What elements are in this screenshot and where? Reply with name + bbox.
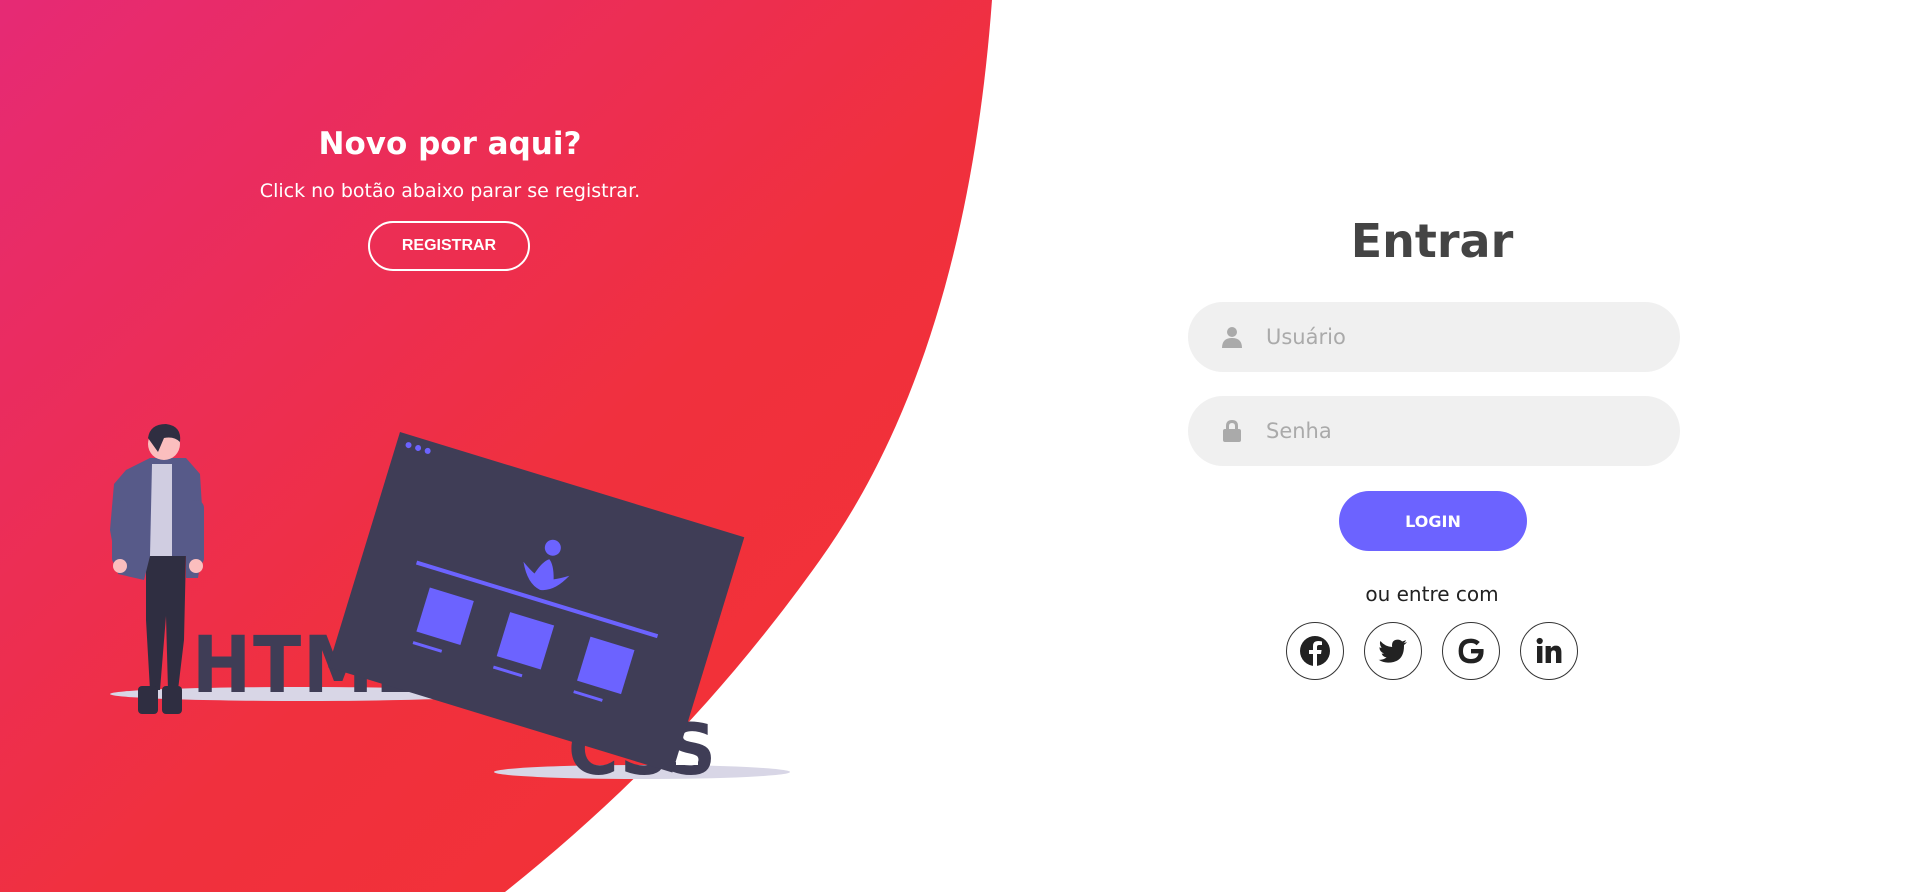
css-detail-white xyxy=(676,760,698,765)
login-page: Novo por aqui? Click no botão abaixo par… xyxy=(0,0,1908,892)
browser-window-graphic xyxy=(328,432,745,773)
facebook-icon xyxy=(1300,636,1330,666)
google-button[interactable] xyxy=(1442,622,1500,680)
username-field[interactable] xyxy=(1188,302,1680,372)
left-panel: Novo por aqui? Click no botão abaixo par… xyxy=(0,0,900,892)
login-title: Entrar xyxy=(1350,214,1514,268)
twitter-icon xyxy=(1378,639,1407,663)
social-media-row xyxy=(1286,622,1582,684)
linkedin-button[interactable] xyxy=(1520,622,1578,680)
web-dev-illustration: HTML CSS xyxy=(110,424,790,791)
user-icon xyxy=(1222,327,1242,348)
social-login-text: ou entre com xyxy=(1365,582,1499,606)
password-input[interactable] xyxy=(1266,396,1656,466)
person-figure xyxy=(110,424,204,714)
lock-icon xyxy=(1223,420,1241,442)
login-button[interactable]: LOGIN xyxy=(1339,491,1527,551)
username-input[interactable] xyxy=(1266,302,1656,372)
facebook-button[interactable] xyxy=(1286,622,1344,680)
google-icon xyxy=(1458,638,1484,664)
password-field[interactable] xyxy=(1188,396,1680,466)
linkedin-icon xyxy=(1536,637,1562,663)
twitter-button[interactable] xyxy=(1364,622,1422,680)
